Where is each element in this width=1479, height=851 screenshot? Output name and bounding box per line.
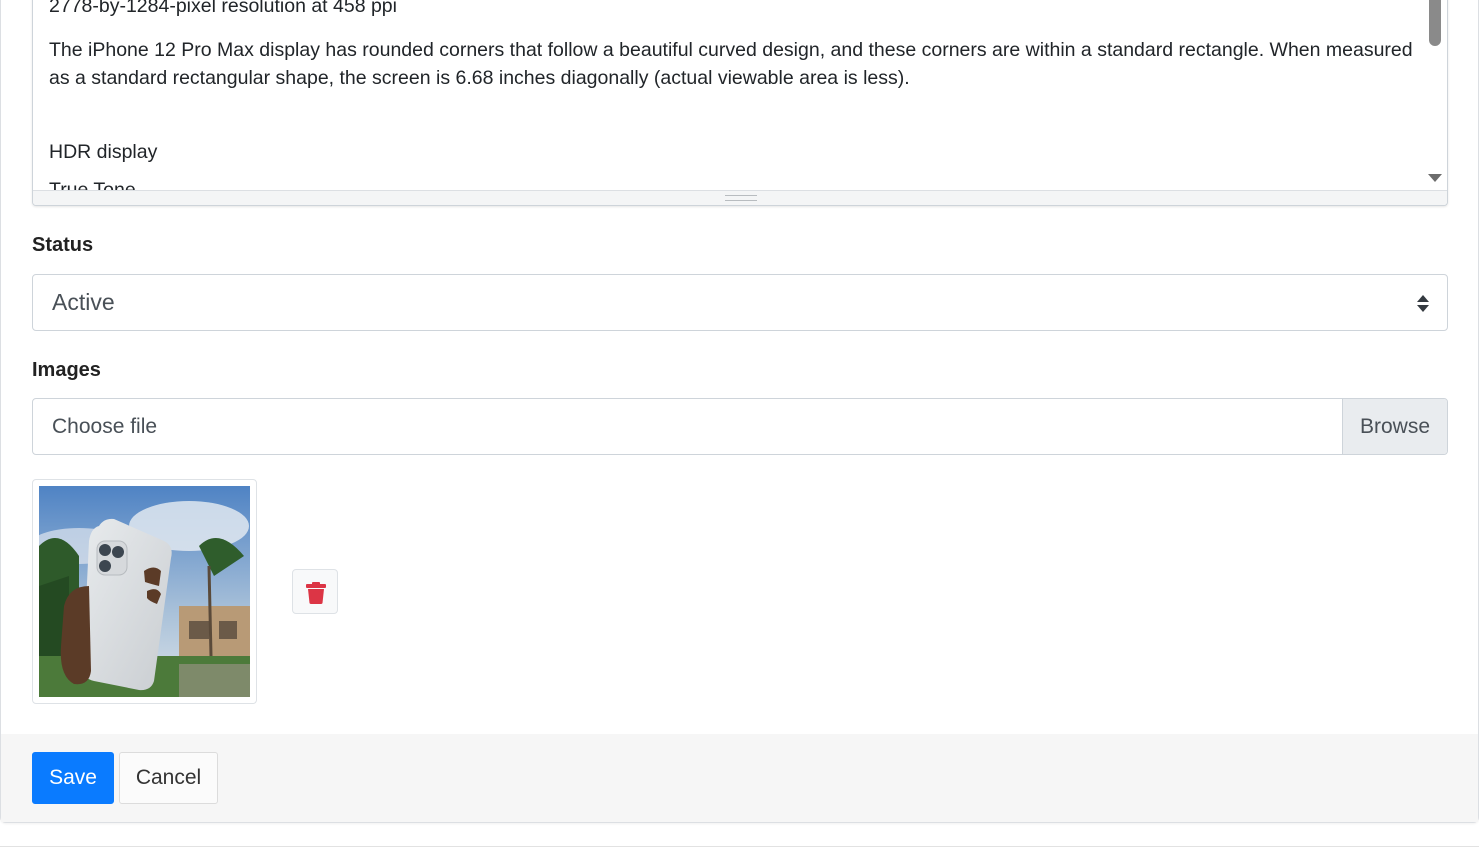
browse-button[interactable]: Browse	[1342, 399, 1447, 454]
save-button[interactable]: Save	[32, 752, 114, 804]
editor-resize-handle[interactable]	[33, 190, 1447, 205]
cancel-button[interactable]: Cancel	[119, 752, 218, 804]
file-input-placeholder: Choose file	[52, 415, 158, 438]
trash-icon	[306, 582, 326, 604]
sort-arrows-icon	[1417, 295, 1429, 313]
status-selected-value: Active	[52, 289, 115, 315]
images-label: Images	[32, 359, 101, 381]
description-editor[interactable]: 2778-by-1284-pixel resolution at 458 ppi…	[32, 0, 1448, 206]
phone-photo-image	[39, 486, 250, 697]
editor-content[interactable]: 2778-by-1284-pixel resolution at 458 ppi…	[33, 0, 1425, 190]
editor-paragraph-display: The iPhone 12 Pro Max display has rounde…	[49, 39, 1413, 89]
editor-scrollbar[interactable]	[1425, 0, 1447, 190]
delete-image-button[interactable]	[292, 569, 338, 614]
editor-line-resolution: 2778-by-1284-pixel resolution at 458 ppi	[49, 0, 397, 17]
status-select[interactable]: Active	[32, 274, 1448, 331]
scroll-down-arrow-icon[interactable]	[1428, 174, 1442, 182]
status-label: Status	[32, 234, 94, 256]
form-footer: Save Cancel	[1, 734, 1478, 822]
scrollbar-thumb[interactable]	[1429, 0, 1441, 46]
editor-line-hdr: HDR display	[49, 141, 158, 163]
resize-grip-icon	[725, 195, 757, 201]
divider	[0, 846, 1479, 847]
image-thumbnail	[32, 479, 257, 704]
editor-line-truetone: True Tone	[49, 179, 136, 190]
images-file-input[interactable]: Choose file Browse	[32, 398, 1448, 455]
